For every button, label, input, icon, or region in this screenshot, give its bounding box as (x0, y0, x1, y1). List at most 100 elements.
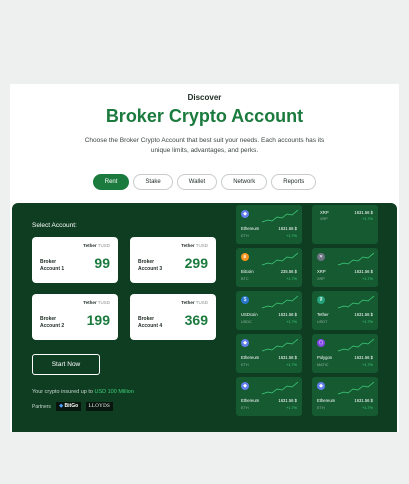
account-card-3[interactable]: Tether TUSD Broker Account 3 299 (130, 237, 216, 283)
account-name: Broker Account 3 (138, 259, 163, 272)
account-card-2[interactable]: Tether TUSD Broker Account 2 199 (32, 294, 118, 340)
coin-card[interactable]: ✕ XRP XRP 1631.56 $ +1.7% (312, 248, 378, 287)
partners-row: Partners ◆ BitGo LLOYDS (32, 402, 116, 411)
coin-card[interactable]: ◆ Ethereum ETH 1631.56 $ +1.7% (236, 205, 302, 244)
sparkline (262, 252, 298, 266)
usdcoin-icon: $ (241, 296, 249, 304)
account-value: 199 (86, 312, 110, 328)
coin-change: +1.7% (286, 277, 297, 281)
coin-name: Tether (317, 312, 329, 317)
coin-price: 1631.56 $ (278, 312, 297, 317)
partners-label: Partners (32, 403, 51, 410)
tab-stake[interactable]: Stake (133, 174, 173, 190)
coin-column-left: ◆ Ethereum ETH 1631.56 $ +1.7% ฿ Bitcoin BTC 235… (236, 205, 302, 420)
coin-symbol: ETH (241, 363, 249, 367)
tab-reports[interactable]: Reports (271, 174, 317, 190)
coin-price: 1631.56 $ (354, 355, 373, 360)
coin-name: USDcoin (241, 312, 258, 317)
coin-name: Polygon (317, 355, 333, 360)
coin-change: +1.7% (362, 363, 373, 367)
sparkline (338, 295, 374, 309)
sparkline (262, 209, 298, 223)
coin-price: 235.56 $ (280, 269, 297, 274)
coin-card[interactable]: ⬡ Polygon MATIC 1631.56 $ +1.7% (312, 334, 378, 373)
account-value: 299 (184, 255, 208, 271)
ethereum-icon: ◆ (241, 210, 249, 218)
ethereum-icon: ◆ (241, 382, 249, 390)
ethereum-icon: ◆ (317, 382, 325, 390)
account-card-1[interactable]: Tether TUSD Broker Account 1 99 (32, 237, 118, 283)
sparkline (262, 338, 298, 352)
coin-price: 1631.56 $ (354, 210, 373, 215)
insured-amount: USD 100 Million (94, 389, 134, 395)
coin-symbol: USDT (317, 320, 328, 324)
coin-change: +1.7% (286, 234, 297, 238)
start-now-button[interactable]: Start Now (32, 354, 100, 375)
tab-rent[interactable]: Rent (92, 174, 130, 190)
coin-change: +1.7% (362, 406, 373, 410)
account-name: Broker Account 1 (40, 259, 65, 272)
coin-change: +1.7% (286, 406, 297, 410)
coin-price: 1631.56 $ (354, 312, 373, 317)
account-token: Tether TUSD (181, 300, 208, 305)
tether-icon: ₮ (317, 296, 325, 304)
coin-price: 1631.56 $ (354, 269, 373, 274)
coin-symbol: ETH (241, 234, 249, 238)
account-token: Tether TUSD (181, 243, 208, 248)
account-token: Tether TUSD (83, 300, 110, 305)
coin-card[interactable]: ◆ Ethereum ETH 1631.56 $ +1.7% (312, 377, 378, 416)
coin-symbol: ETH (317, 406, 325, 410)
select-account-label: Select Account: (32, 222, 77, 229)
coin-change: +1.7% (362, 217, 373, 221)
coin-change: +1.7% (362, 320, 373, 324)
coin-change: +1.7% (286, 320, 297, 324)
tab-network[interactable]: Network (221, 174, 268, 190)
coin-symbol: MATIC (317, 363, 329, 367)
coin-name: XRP (320, 210, 329, 215)
page-subtitle: Choose the Broker Crypto Account that be… (84, 137, 325, 154)
coin-price: 1631.56 $ (278, 398, 297, 403)
coin-change: +1.7% (362, 277, 373, 281)
coin-card[interactable]: ₮ Tether USDT 1631.56 $ +1.7% (312, 291, 378, 330)
coin-price: 1631.56 $ (278, 355, 297, 360)
coin-symbol: USDC (241, 320, 252, 324)
account-value: 369 (184, 312, 208, 328)
coin-card[interactable]: XRP XRP 1631.56 $ +1.7% (312, 205, 378, 244)
shield-icon: ◆ (59, 403, 64, 409)
sparkline (262, 295, 298, 309)
coin-symbol: XRP (317, 277, 325, 281)
coin-card[interactable]: ฿ Bitcoin BTC 235.56 $ +1.7% (236, 248, 302, 287)
coin-card[interactable]: $ USDcoin USDC 1631.56 $ +1.7% (236, 291, 302, 330)
coin-price: 1631.56 $ (354, 398, 373, 403)
insured-text: Your crypto insured up to USD 100 Millio… (32, 389, 134, 395)
page-title: Broker Crypto Account (105, 106, 304, 126)
insured-label: Your crypto insured up to (32, 389, 93, 395)
coin-price: 1631.56 $ (278, 226, 297, 231)
sparkline (338, 381, 374, 395)
coin-symbol: XRP (320, 217, 328, 221)
sparkline (338, 252, 374, 266)
eyebrow: Discover (187, 93, 222, 102)
tab-wallet[interactable]: Wallet (176, 174, 218, 190)
coin-card[interactable]: ◆ Ethereum ETH 1631.56 $ +1.7% (236, 377, 302, 416)
coin-symbol: BTC (241, 277, 249, 281)
coin-name: Ethereum (241, 226, 260, 231)
coin-change: +1.7% (286, 363, 297, 367)
polygon-icon: ⬡ (317, 339, 325, 347)
sparkline (338, 338, 374, 352)
coin-column-right: XRP XRP 1631.56 $ +1.7% ✕ XRP XRP 1631.56 $ +1.7… (312, 205, 378, 420)
ethereum-icon: ◆ (241, 339, 249, 347)
account-value: 99 (94, 255, 110, 271)
bitcoin-icon: ฿ (241, 253, 249, 261)
account-card-4[interactable]: Tether TUSD Broker Account 4 369 (130, 294, 216, 340)
coin-card[interactable]: ◆ Ethereum ETH 1631.56 $ +1.7% (236, 334, 302, 373)
lloyds-logo: LLOYDS (85, 402, 114, 411)
discover-card: Discover Broker Crypto Account Choose th… (10, 84, 399, 432)
coin-name: Ethereum (241, 398, 260, 403)
xrp-icon: ✕ (317, 253, 325, 261)
bitgo-logo: ◆ BitGo (56, 402, 82, 411)
coin-symbol: ETH (241, 406, 249, 410)
account-token: Tether TUSD (83, 243, 110, 248)
account-name: Broker Account 2 (40, 316, 65, 329)
coin-name: Ethereum (241, 355, 260, 360)
